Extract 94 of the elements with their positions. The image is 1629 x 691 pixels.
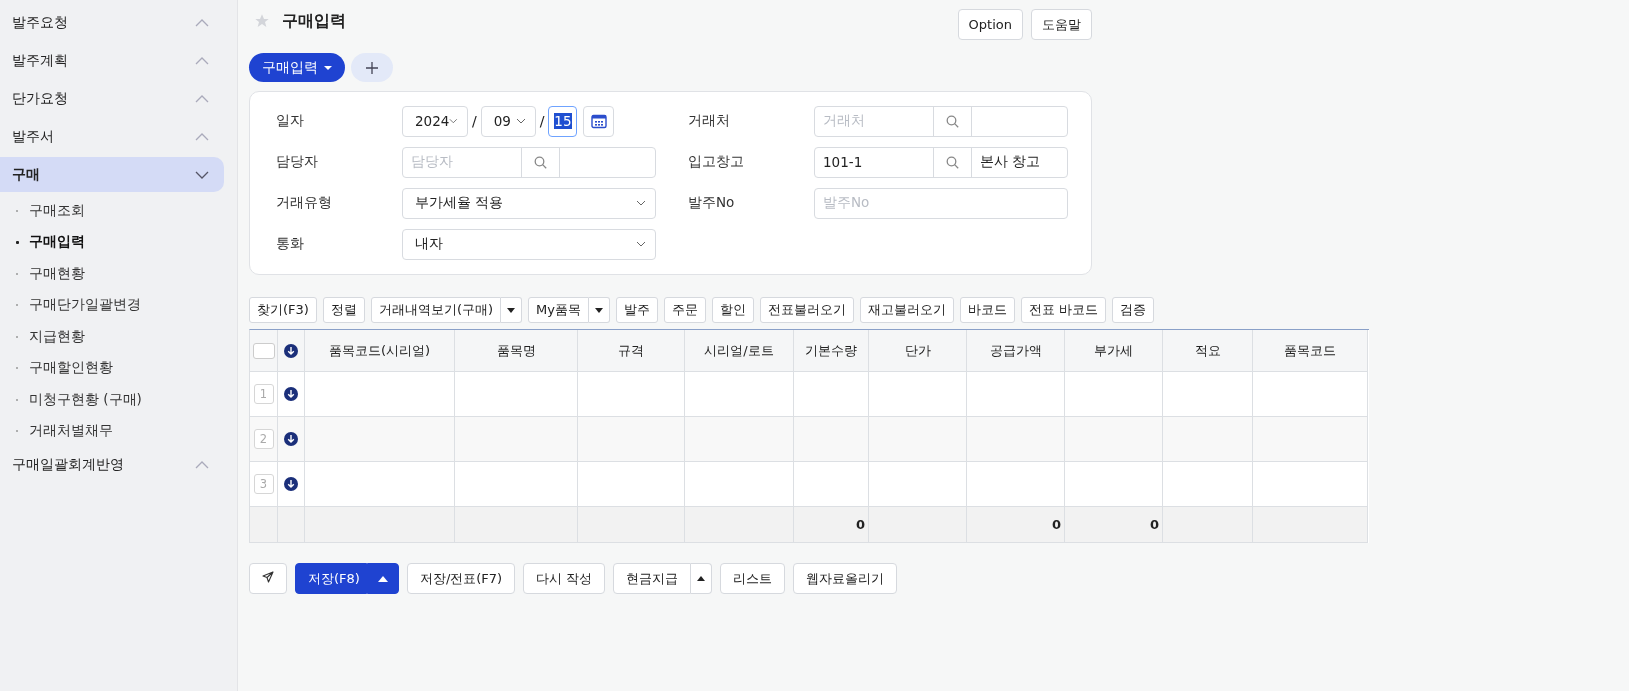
submenu-item[interactable]: 지급현황 [0, 321, 237, 353]
action-button[interactable]: 웹자료올리기 [793, 563, 898, 594]
chevron-up-icon [195, 132, 209, 141]
search-icon [946, 114, 959, 128]
page-title: 구매입력 [282, 10, 346, 32]
bullet-icon [16, 240, 19, 244]
field-label: 거래유형 [276, 194, 333, 212]
download-icon[interactable] [284, 343, 298, 358]
toolbar-button[interactable]: 거래내역보기(구매) [370, 297, 502, 323]
column-header: 품목명 [455, 330, 578, 372]
chevron-down-icon [195, 170, 209, 179]
chevron-up-icon [195, 460, 209, 469]
submenu-item[interactable]: 미청구현황 (구매) [0, 384, 237, 416]
submenu-item[interactable]: 구매단가일괄변경 [0, 289, 237, 321]
chevron-up-icon [195, 94, 209, 103]
column-header: 기본수량 [794, 330, 869, 372]
tab[interactable]: 구매입력 [249, 53, 345, 82]
day-field[interactable]: 15 [548, 105, 578, 137]
chevron-down-icon [636, 241, 646, 247]
search-icon [946, 155, 959, 169]
calendar-button[interactable] [583, 105, 615, 137]
download-icon[interactable] [284, 387, 298, 401]
sidebar-item[interactable]: 발주서 [0, 119, 224, 154]
select-field[interactable]: 부가세율 적용 [402, 187, 656, 219]
chevron-down-icon [449, 118, 458, 124]
column-header: 품목코드 [1253, 330, 1368, 372]
field-label: 담당자 [276, 153, 319, 171]
save-button[interactable]: 저장(F8) [295, 563, 367, 594]
month-select[interactable]: 09 [480, 105, 536, 137]
toolbar-button[interactable]: My품목 [528, 297, 589, 323]
field-label: 입고창고 [688, 153, 745, 171]
action-button[interactable]: 현금지급 [613, 563, 692, 594]
download-icon[interactable] [284, 432, 298, 446]
sidebar-item[interactable]: 발주계획 [0, 43, 224, 78]
sidebar-item[interactable]: 단가요청 [0, 81, 224, 116]
paper-plane-icon [262, 571, 274, 583]
sidebar-item[interactable]: 구매일괄회계반영 [0, 447, 224, 482]
row-number: 1 [253, 384, 274, 404]
action-button[interactable]: 다시 작성 [523, 563, 606, 594]
field-label: 통화 [276, 235, 305, 253]
toolbar-button[interactable]: 할인 [712, 297, 754, 323]
add-tab-button[interactable] [351, 53, 393, 82]
header-button[interactable]: 도움말 [1031, 9, 1092, 40]
chevron-up-icon [195, 56, 209, 65]
toolbar-button[interactable]: 전표 바코드 [1021, 297, 1107, 323]
date-separator: / [539, 113, 545, 129]
column-header: 품목코드(시리얼) [305, 330, 455, 372]
send-button[interactable] [249, 563, 287, 594]
year-select[interactable]: 2024 [402, 105, 468, 137]
action-button[interactable]: 리스트 [720, 563, 786, 594]
field-label: 발주No [688, 194, 736, 212]
plus-icon [366, 61, 378, 74]
column-header: 단가 [869, 330, 967, 372]
sidebar-item[interactable]: 발주요청 [0, 5, 224, 40]
submenu-item[interactable]: 구매조회 [0, 195, 237, 227]
submenu-item[interactable]: 구매현황 [0, 258, 237, 290]
toolbar-button[interactable]: 재고불러오기 [860, 297, 954, 323]
download-icon[interactable] [284, 477, 298, 491]
toolbar-button[interactable]: 주문 [664, 297, 706, 323]
toolbar-button[interactable]: 찾기(F3) [249, 297, 317, 323]
column-header: 시리얼/로트 [685, 330, 794, 372]
sidebar-item[interactable]: 구매 [0, 157, 224, 192]
select-field[interactable]: 내자 [402, 228, 656, 260]
total-cell: 0 [794, 507, 869, 543]
date-separator: / [472, 113, 477, 129]
submenu-item[interactable]: 구매입력 [0, 226, 237, 258]
chevron-down-icon [515, 118, 526, 124]
toolbar-button[interactable]: 발주 [616, 297, 658, 323]
search-field[interactable]: 101-1 본사 창고 [814, 146, 1068, 178]
toolbar-button[interactable]: 정렬 [322, 297, 365, 323]
column-header: 공급가액 [967, 330, 1065, 372]
header-button[interactable]: Option [957, 9, 1023, 40]
submenu-item[interactable]: 거래처별채무 [0, 415, 237, 447]
select-all-checkbox[interactable] [252, 342, 275, 359]
chevron-down-icon [636, 200, 646, 206]
toolbar-button[interactable]: 전표불러오기 [760, 297, 854, 323]
column-header: 규격 [578, 330, 685, 372]
total-cell: 0 [1065, 507, 1163, 543]
calendar-icon [590, 113, 607, 129]
star-icon[interactable] [254, 13, 270, 29]
field-label: 거래처 [688, 112, 731, 130]
action-button[interactable]: 저장/전표(F7) [406, 563, 516, 594]
toolbar-button[interactable]: 바코드 [960, 297, 1015, 323]
row-number: 2 [253, 429, 274, 449]
row-number: 3 [253, 474, 274, 494]
toolbar-button[interactable]: 검증 [1112, 297, 1155, 323]
search-icon [534, 155, 547, 169]
submenu-item[interactable]: 구매할인현황 [0, 352, 237, 384]
column-header: 부가세 [1065, 330, 1163, 372]
dropdown-button[interactable] [366, 563, 399, 594]
chevron-up-icon [195, 18, 209, 27]
total-cell: 0 [967, 507, 1065, 543]
column-header: 적요 [1163, 330, 1253, 372]
field-label: 일자 [276, 112, 305, 130]
